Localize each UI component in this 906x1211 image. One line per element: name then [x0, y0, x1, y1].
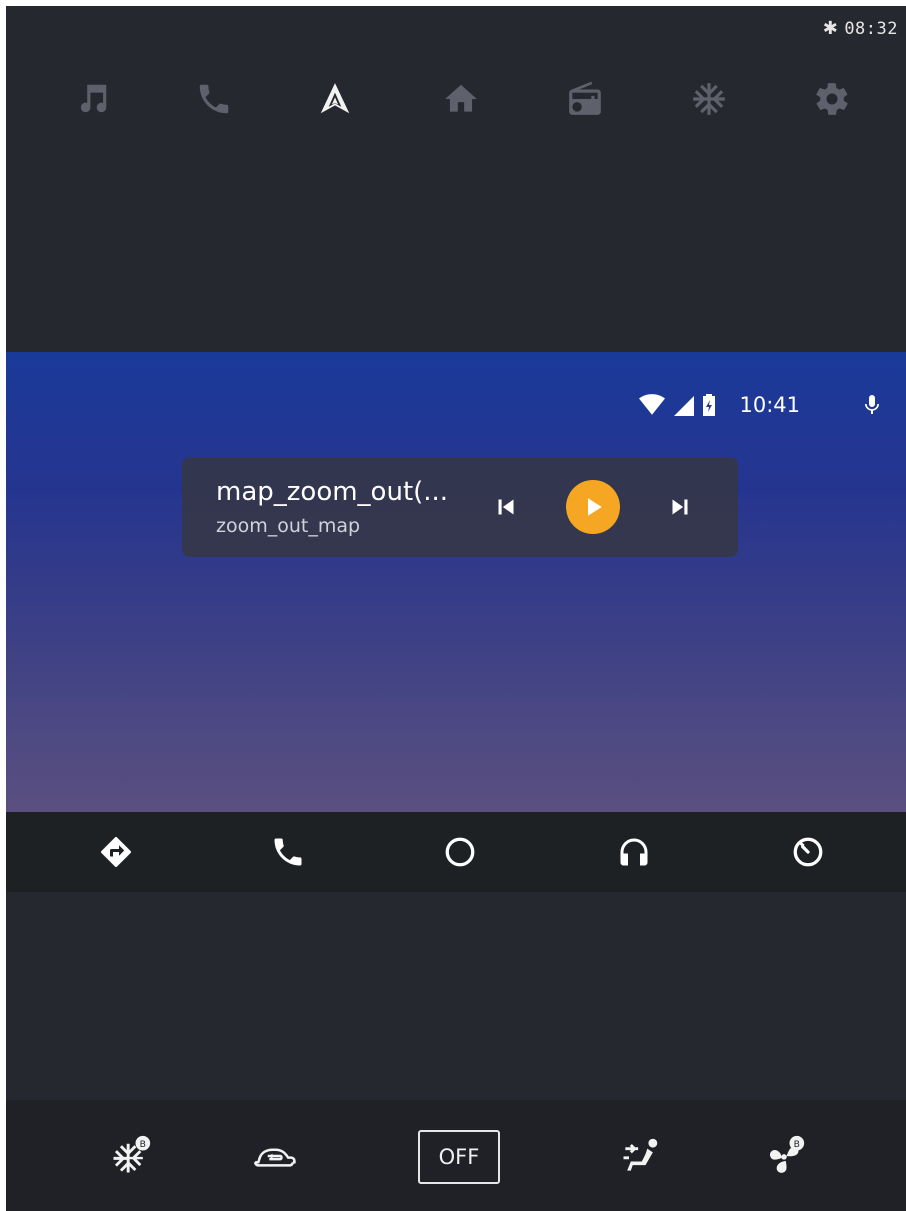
wifi-icon: [639, 394, 666, 415]
head-unit-status-bar: ✱ 08:32: [823, 18, 898, 39]
android-auto-screen: 10:41 map_zoom_out(... zoom_out_map: [6, 352, 906, 812]
next-track-button[interactable]: [662, 489, 698, 525]
android-auto-status-bar: 10:41: [639, 390, 884, 420]
recirculation-icon[interactable]: [246, 1128, 302, 1184]
climate-bar: B OFF B: [6, 1100, 906, 1211]
media-subtitle: zoom_out_map: [216, 515, 361, 537]
skip-previous-icon: [498, 499, 514, 515]
phone-icon[interactable]: [268, 832, 308, 872]
ac-snowflake-icon[interactable]: B: [102, 1128, 158, 1184]
bluetooth-icon: ✱: [822, 18, 839, 39]
phone-icon[interactable]: [191, 76, 237, 122]
home-icon[interactable]: [438, 76, 484, 122]
headphones-icon[interactable]: [614, 832, 654, 872]
android-auto-nav-bar: [6, 812, 906, 892]
battery-icon: [703, 394, 716, 416]
recents-icon[interactable]: [788, 832, 828, 872]
settings-icon[interactable]: [809, 76, 855, 122]
home-circle-icon[interactable]: [440, 832, 480, 872]
signal-group: [639, 393, 717, 417]
radio-icon[interactable]: [562, 76, 608, 122]
cell-signal-icon: [674, 396, 695, 416]
head-unit-middle: [6, 892, 906, 1100]
head-unit-nav: [6, 76, 906, 122]
previous-track-button[interactable]: [488, 489, 524, 525]
media-title: map_zoom_out(...: [216, 477, 449, 507]
screen: ✱ 08:32 10:41 map_zoom_out(... zoom_out_…: [6, 6, 906, 1211]
android-auto-icon[interactable]: [312, 76, 358, 122]
off-button[interactable]: OFF: [418, 1130, 500, 1184]
microphone-icon[interactable]: [860, 390, 884, 420]
airflow-icon[interactable]: [612, 1128, 668, 1184]
music-icon[interactable]: [69, 76, 115, 122]
skip-next-icon: [672, 499, 688, 515]
media-card[interactable]: map_zoom_out(... zoom_out_map: [182, 457, 738, 557]
navigation-icon[interactable]: [96, 832, 136, 872]
head-unit-clock: 08:32: [844, 18, 898, 39]
play-button[interactable]: [566, 480, 620, 534]
svg-text:B: B: [794, 1139, 800, 1150]
svg-text:B: B: [140, 1139, 146, 1150]
play-icon: [588, 498, 602, 516]
android-auto-clock: 10:41: [739, 393, 800, 417]
fan-icon[interactable]: B: [756, 1128, 812, 1184]
head-unit-top: ✱ 08:32: [6, 6, 906, 352]
climate-icon[interactable]: [686, 76, 732, 122]
